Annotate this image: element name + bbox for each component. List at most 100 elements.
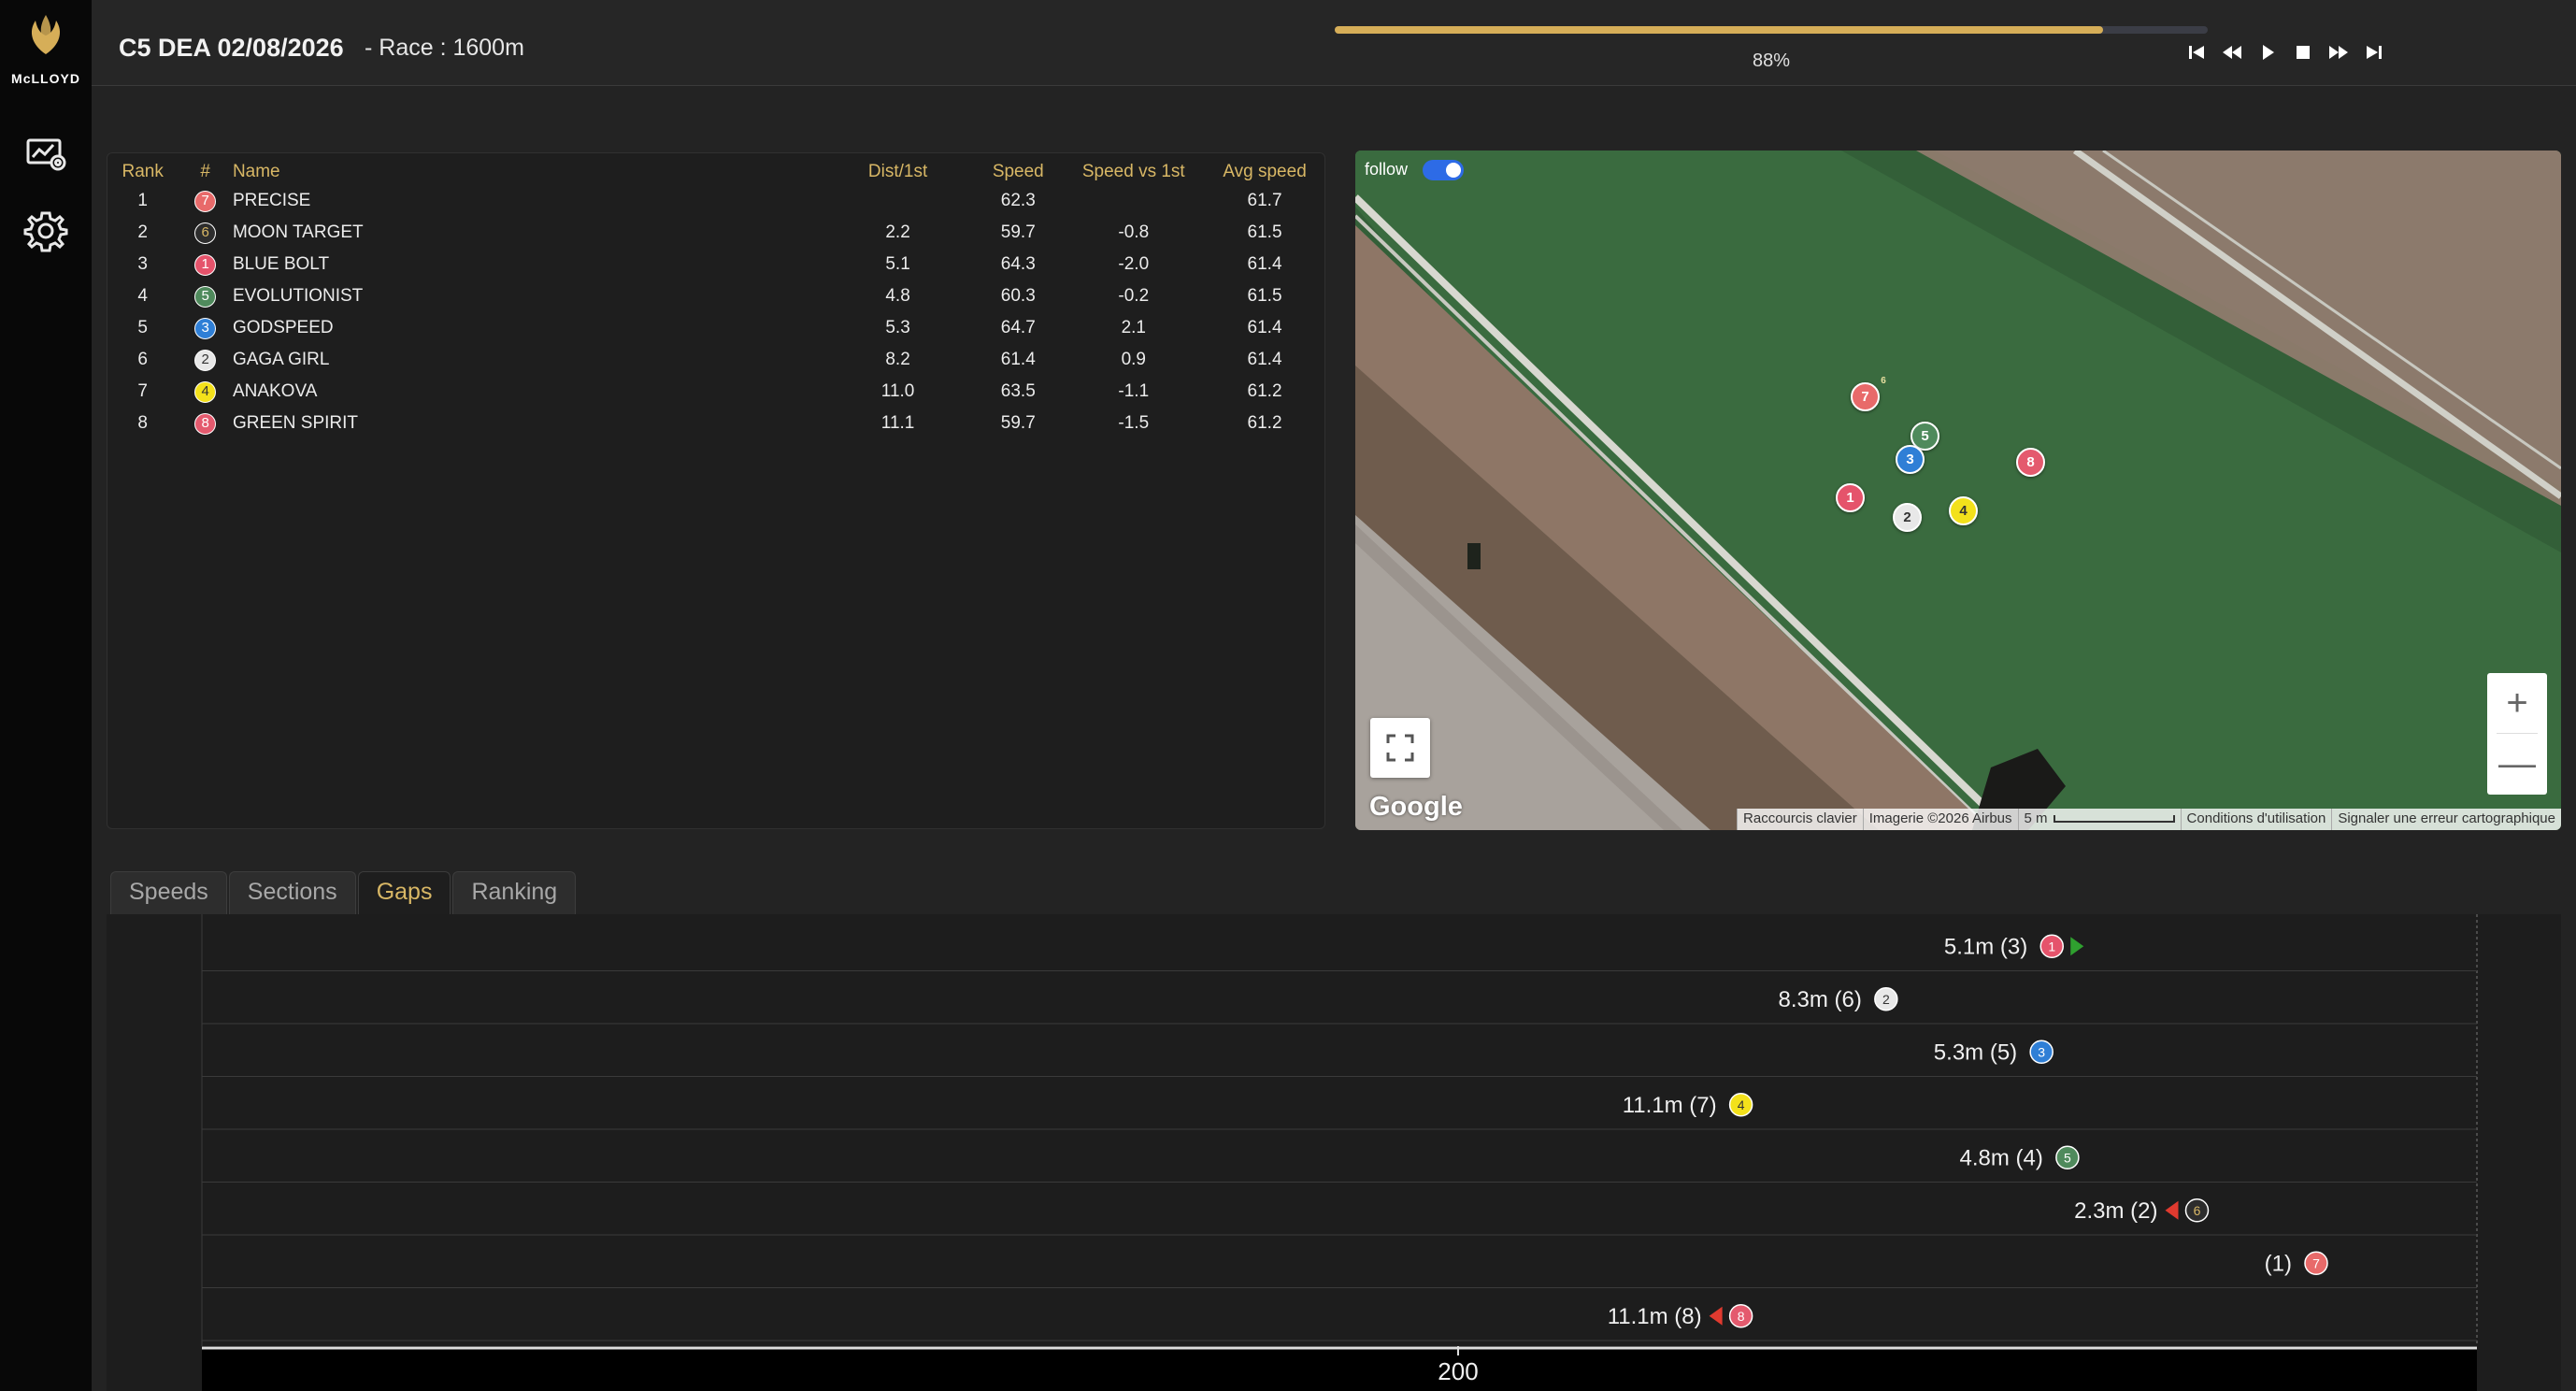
speed-cell: 61.4 (1000, 350, 1036, 369)
map-attribution-bar: Raccourcis clavier Imagerie ©2026 Airbus… (1737, 809, 2561, 830)
zoom-in-button[interactable]: + (2487, 673, 2547, 733)
dist-cell: 4.8 (885, 286, 910, 306)
avg-speed-cell: 61.4 (1247, 350, 1282, 369)
col-header-avg-speed[interactable]: Avg speed (1203, 159, 1326, 185)
playback-controls (2185, 39, 2385, 65)
gap-label: 11.1m (8) (1608, 1304, 1702, 1329)
ranking-row[interactable]: 7 4 ANAKOVA 11.0 63.5 -1.1 61.2 (107, 376, 1326, 408)
speed-vs-first-cell: -1.1 (1118, 381, 1150, 401)
follow-label: follow (1365, 160, 1409, 179)
col-header-dist[interactable]: Dist/1st (823, 159, 972, 185)
skip-end-button[interactable] (2363, 41, 2385, 64)
gaps-row[interactable]: 3 5.3m (5) (1934, 1040, 2054, 1065)
col-header-rank[interactable]: Rank (107, 159, 178, 185)
app-logo[interactable]: McLLOYD (0, 13, 92, 97)
gap-label: 8.3m (6) (1778, 987, 1861, 1012)
gaps-chart-svg: 1 5.1m (3) 2 8.3m (6) 3 5.3m (5) 4 11.1m (7) 5 4.… (201, 914, 2478, 1391)
race-progress-label: 88% (1752, 50, 1791, 71)
ranking-panel: Rank # Name Dist/1st Speed Speed vs 1st … (107, 152, 1325, 829)
gap-label: 4.8m (4) (1960, 1145, 2043, 1170)
map-horse-marker[interactable]: 4 (1949, 496, 1978, 525)
ranking-row[interactable]: 3 1 BLUE BOLT 5.1 64.3 -2.0 61.4 (107, 249, 1326, 280)
gaps-row[interactable]: 6 2.3m (2) (2074, 1198, 2210, 1224)
gaps-row[interactable]: 7 (1) (2265, 1251, 2328, 1276)
gap-label: 5.3m (5) (1934, 1040, 2017, 1065)
col-header-name[interactable]: Name (233, 159, 823, 185)
stop-button[interactable] (2292, 41, 2314, 64)
zoom-controls: + — (2487, 673, 2547, 795)
horse-name-cell: EVOLUTIONIST (232, 286, 364, 306)
follow-toggle[interactable] (1423, 160, 1464, 180)
gain-arrow-icon (2070, 937, 2084, 956)
dist-cell: 11.1 (880, 413, 915, 433)
ranking-row[interactable]: 5 3 GODSPEED 5.3 64.7 2.1 61.4 (107, 312, 1326, 344)
skip-end-icon (2367, 46, 2382, 59)
col-header-speed-vs-first[interactable]: Speed vs 1st (1064, 159, 1203, 185)
tab-ranking[interactable]: Ranking (452, 871, 577, 914)
tab-sections[interactable]: Sections (228, 871, 356, 914)
gaps-row[interactable]: 5 4.8m (4) (1960, 1145, 2080, 1170)
zoom-out-button[interactable]: — (2487, 734, 2547, 794)
report-error-link[interactable]: Signaler une erreur cartographique (2331, 809, 2561, 830)
rank-cell: 2 (137, 222, 148, 242)
gap-label: (1) (2265, 1251, 2292, 1276)
saddle-badge: 6 (194, 222, 217, 244)
sidebar-item-monitor[interactable] (22, 131, 69, 178)
skip-start-button[interactable] (2185, 41, 2208, 64)
col-header-speed[interactable]: Speed (972, 159, 1064, 185)
ranking-row[interactable]: 4 5 EVOLUTIONIST 4.8 60.3 -0.2 61.5 (107, 280, 1326, 312)
saddle-badge: 1 (194, 253, 217, 276)
tab-gaps[interactable]: Gaps (357, 871, 451, 914)
horse-name-cell: PRECISE (232, 191, 311, 210)
rank-cell: 7 (137, 381, 148, 401)
play-button[interactable] (2256, 41, 2279, 64)
ranking-row[interactable]: 2 6 MOON TARGET 2.2 59.7 -0.8 61.5 (107, 217, 1326, 249)
rank-cell: 4 (137, 286, 148, 306)
avg-speed-cell: 61.4 (1247, 254, 1282, 274)
race-progress-bar[interactable] (1335, 26, 2208, 34)
gap-horse-number: 7 (2312, 1255, 2320, 1270)
chart-tabs: Speeds Sections Gaps Ranking (110, 871, 578, 914)
saddle-badge: 2 (194, 349, 217, 371)
tab-speeds[interactable]: Speeds (110, 871, 227, 914)
gap-horse-number: 1 (2048, 939, 2055, 954)
speed-vs-first-cell: 0.9 (1121, 350, 1146, 369)
map-horse-marker[interactable]: 8 (2016, 448, 2045, 477)
terms-link[interactable]: Conditions d'utilisation (2180, 809, 2332, 830)
map-scale[interactable]: 5 m (2017, 809, 2181, 830)
dist-cell: 5.1 (885, 254, 910, 274)
map-horse-marker[interactable]: 3 (1896, 445, 1925, 474)
gaps-row[interactable]: 4 11.1m (7) (1623, 1093, 1753, 1118)
col-header-number[interactable]: # (178, 159, 233, 185)
logo-emblem-icon (31, 15, 61, 54)
sidebar-item-settings[interactable] (22, 208, 69, 254)
map-horse-marker[interactable]: 1 (1836, 483, 1865, 512)
gap-label: 5.1m (3) (1944, 934, 2027, 959)
keyboard-shortcuts-link[interactable]: Raccourcis clavier (1737, 809, 1863, 830)
speed-cell: 60.3 (1000, 286, 1036, 306)
rewind-icon (2223, 46, 2241, 59)
map-horse-marker[interactable]: 7 (1851, 382, 1880, 411)
rank-cell: 5 (137, 318, 148, 337)
avg-speed-cell: 61.5 (1247, 222, 1282, 242)
gaps-x-axis (202, 1346, 2477, 1391)
horse-name-cell: MOON TARGET (232, 222, 364, 242)
ranking-header-row: Rank # Name Dist/1st Speed Speed vs 1st … (107, 159, 1326, 185)
saddle-number-cell: 8 (178, 408, 233, 439)
map-horse-marker[interactable]: 6 (1876, 376, 1891, 391)
dist-cell: 8.2 (885, 350, 910, 369)
rank-cell: 3 (137, 254, 148, 274)
ranking-row[interactable]: 1 7 PRECISE 62.3 61.7 (107, 185, 1326, 217)
fullscreen-button[interactable] (1370, 718, 1430, 778)
fast-forward-button[interactable] (2327, 41, 2350, 64)
ranking-row[interactable]: 6 2 GAGA GIRL 8.2 61.4 0.9 61.4 (107, 344, 1326, 376)
gaps-row[interactable]: 8 11.1m (8) (1608, 1304, 1753, 1329)
gaps-row[interactable]: 2 8.3m (6) (1778, 987, 1898, 1012)
gaps-row[interactable]: 1 5.1m (3) (1944, 934, 2084, 959)
rank-cell: 1 (137, 191, 148, 210)
rewind-button[interactable] (2221, 41, 2243, 64)
map-horse-marker[interactable]: 2 (1893, 503, 1922, 532)
ranking-row[interactable]: 8 8 GREEN SPIRIT 11.1 59.7 -1.5 61.2 (107, 408, 1326, 439)
race-map[interactable]: follow 76538124 + — Google Raccourcis cl… (1355, 151, 2561, 830)
speed-cell: 59.7 (1000, 413, 1036, 433)
